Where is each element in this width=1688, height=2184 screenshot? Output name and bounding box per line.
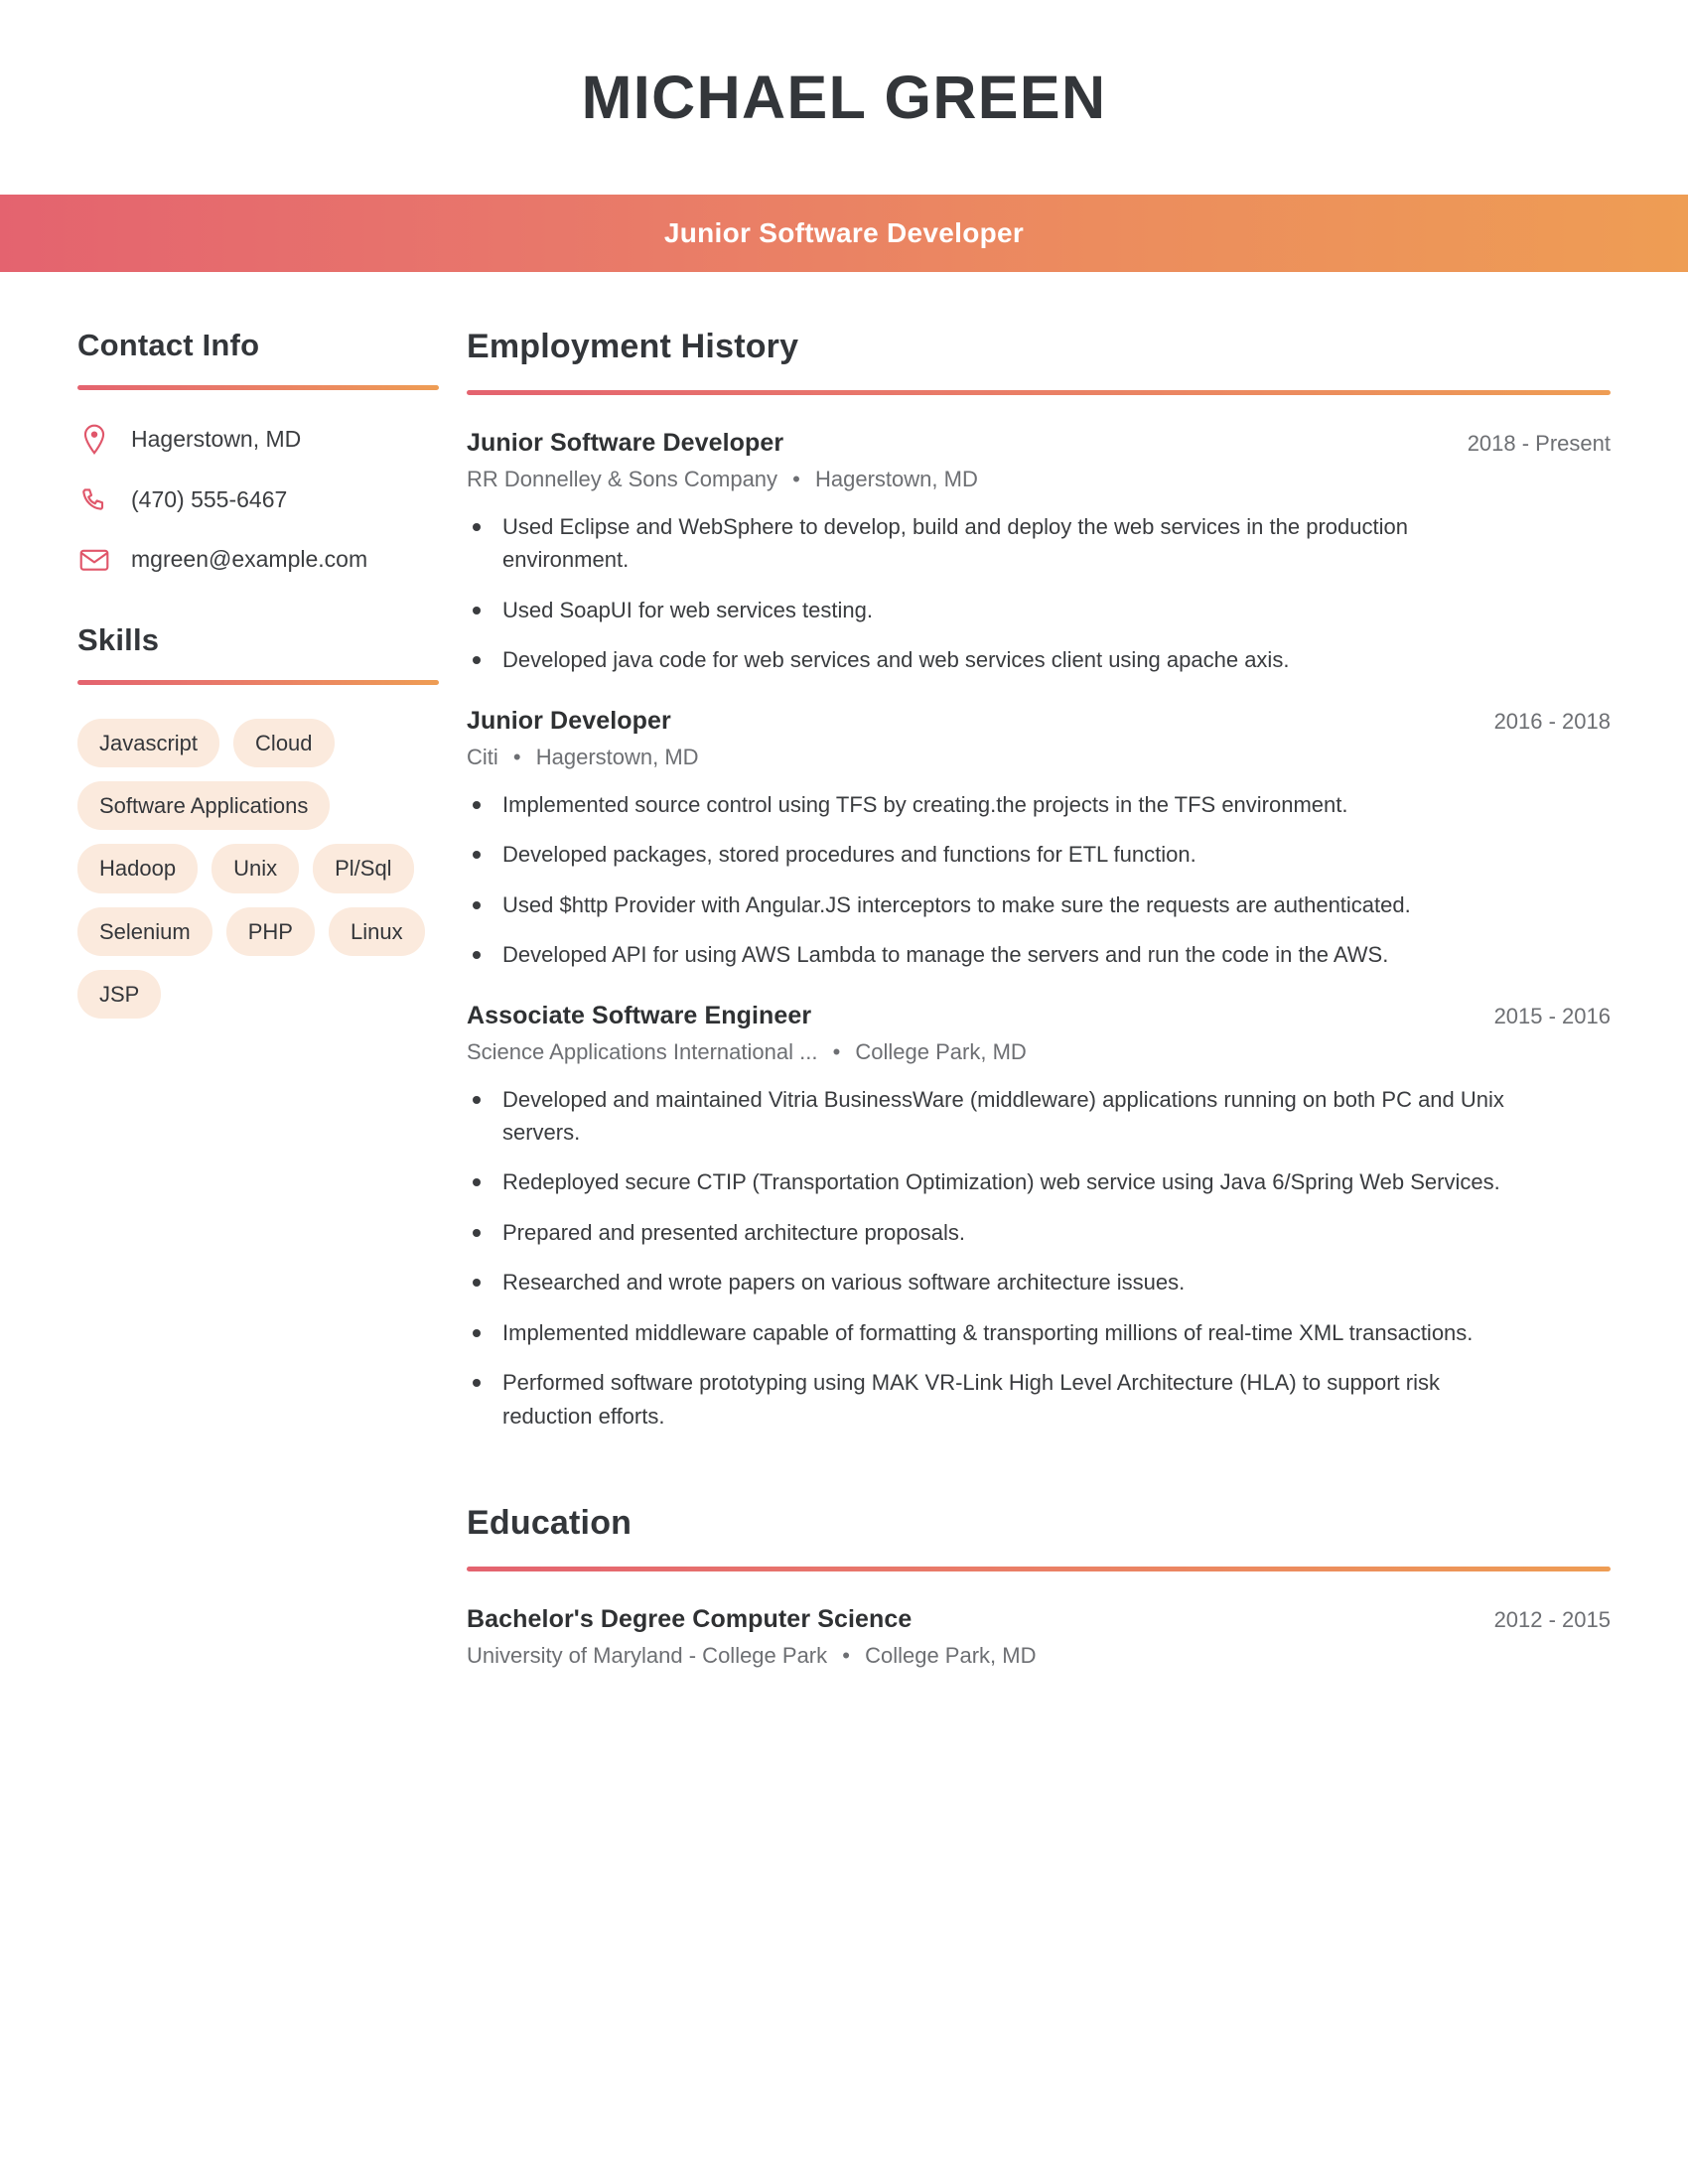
contact-item-email: mgreen@example.com	[77, 545, 439, 575]
skill-tag: JSP	[77, 969, 162, 1020]
separator-dot: •	[832, 1038, 841, 1064]
bullet-item: Redeployed secure CTIP (Transportation O…	[467, 1165, 1535, 1198]
employment-history-section: Employment History Junior Software Devel…	[467, 328, 1611, 1433]
skill-tag: Hadoop	[77, 844, 199, 893]
employment-company-location: RR Donnelley & Sons Company • Hagerstown…	[467, 467, 1611, 492]
page-title: MICHAEL GREEN	[581, 63, 1107, 131]
skills-divider	[77, 679, 439, 685]
employment-company: Citi	[467, 744, 498, 769]
bullet-item: Researched and wrote papers on various s…	[467, 1266, 1535, 1298]
bullet-item: Developed packages, stored procedures an…	[467, 838, 1535, 871]
map-pin-icon	[77, 424, 111, 456]
employment-history-heading: Employment History	[467, 328, 799, 365]
employment-history-divider	[467, 390, 1611, 395]
education-entry: Bachelor's Degree Computer Science 2012 …	[467, 1605, 1611, 1669]
contact-info-section: Contact Info Hagerstown, MD (470) 555-64…	[77, 328, 439, 575]
education-location: College Park, MD	[865, 1643, 1037, 1668]
employment-bullets: Developed and maintained Vitria Business…	[467, 1083, 1611, 1433]
employment-entry-head: Associate Software Engineer 2015 - 2016	[467, 1002, 1611, 1030]
bullet-item: Performed software prototyping using MAK…	[467, 1366, 1535, 1433]
bullet-item: Used $http Provider with Angular.JS inte…	[467, 888, 1535, 921]
employment-company: RR Donnelley & Sons Company	[467, 467, 778, 491]
bullet-item: Implemented source control using TFS by …	[467, 788, 1535, 821]
bullet-item: Used Eclipse and WebSphere to develop, b…	[467, 510, 1535, 577]
contact-item-phone: (470) 555-6467	[77, 485, 439, 515]
education-divider	[467, 1567, 1611, 1571]
contact-email-value: mgreen@example.com	[131, 545, 368, 572]
skill-tag: Javascript	[77, 718, 220, 768]
employment-role: Junior Software Developer	[467, 429, 784, 457]
skill-tag: Software Applications	[77, 781, 331, 831]
bullet-item: Used SoapUI for web services testing.	[467, 594, 1535, 626]
employment-company: Science Applications International ...	[467, 1038, 818, 1064]
contact-info-divider	[77, 385, 439, 390]
skill-tag: Unix	[211, 844, 300, 893]
skills-tag-list: Javascript Cloud Software Applications H…	[77, 718, 439, 1020]
bullet-item: Developed and maintained Vitria Business…	[467, 1083, 1535, 1150]
education-dates: 2012 - 2015	[1493, 1607, 1611, 1632]
resume-page: MICHAEL GREEN Junior Software Developer …	[0, 0, 1688, 2184]
contact-location-value: Hagerstown, MD	[131, 426, 302, 453]
bullet-item: Developed API for using AWS Lambda to ma…	[467, 938, 1535, 971]
education-heading: Education	[467, 1504, 633, 1542]
education-school: University of Maryland - College Park	[467, 1643, 828, 1668]
job-title-band: Junior Software Developer	[0, 195, 1688, 272]
employment-entry-head: Junior Software Developer 2018 - Present	[467, 429, 1611, 458]
job-title: Junior Software Developer	[663, 217, 1025, 248]
skills-section: Skills Javascript Cloud Software Applica…	[77, 621, 439, 1020]
education-degree: Bachelor's Degree Computer Science	[467, 1605, 913, 1633]
education-entry-head: Bachelor's Degree Computer Science 2012 …	[467, 1605, 1611, 1634]
employment-company-location: Science Applications International ... •…	[467, 1039, 1611, 1065]
contact-phone-value: (470) 555-6467	[131, 486, 288, 512]
employment-location: Hagerstown, MD	[815, 467, 978, 491]
envelope-icon	[77, 547, 111, 573]
employment-bullets: Implemented source control using TFS by …	[467, 788, 1611, 972]
employment-role: Associate Software Engineer	[467, 1001, 812, 1029]
education-school-location: University of Maryland - College Park • …	[467, 1643, 1611, 1669]
bullet-item: Developed java code for web services and…	[467, 643, 1535, 676]
bullet-item: Prepared and presented architecture prop…	[467, 1216, 1535, 1249]
employment-company-location: Citi • Hagerstown, MD	[467, 745, 1611, 770]
contact-item-location: Hagerstown, MD	[77, 424, 439, 456]
employment-dates: 2015 - 2016	[1493, 1003, 1611, 1028]
separator-dot: •	[512, 744, 521, 769]
separator-dot: •	[842, 1643, 850, 1668]
employment-role: Junior Developer	[467, 706, 671, 735]
skill-tag: Linux	[328, 906, 425, 956]
employment-bullets: Used Eclipse and WebSphere to develop, b…	[467, 510, 1611, 677]
skill-tag: PHP	[225, 906, 315, 956]
phone-icon	[77, 486, 111, 514]
employment-dates: 2016 - 2018	[1493, 708, 1611, 734]
employment-dates: 2018 - Present	[1467, 431, 1611, 456]
resume-body: Contact Info Hagerstown, MD (470) 555-64…	[0, 272, 1688, 1669]
employment-location: College Park, MD	[855, 1038, 1027, 1064]
bullet-item: Implemented middleware capable of format…	[467, 1316, 1535, 1349]
employment-entry: Associate Software Engineer 2015 - 2016 …	[467, 1002, 1611, 1433]
employment-entry: Junior Software Developer 2018 - Present…	[467, 429, 1611, 677]
employment-entry-head: Junior Developer 2016 - 2018	[467, 707, 1611, 736]
resume-header: MICHAEL GREEN	[0, 0, 1688, 195]
main-content: Employment History Junior Software Devel…	[467, 328, 1688, 1669]
separator-dot: •	[792, 467, 800, 491]
skill-tag: Selenium	[77, 906, 212, 956]
contact-info-heading: Contact Info	[77, 328, 260, 362]
employment-location: Hagerstown, MD	[535, 744, 699, 769]
skills-heading: Skills	[77, 621, 160, 657]
contact-list: Hagerstown, MD (470) 555-6467 mgreen@exa…	[77, 424, 439, 575]
employment-entry: Junior Developer 2016 - 2018 Citi • Hage…	[467, 707, 1611, 972]
skill-tag: Pl/Sql	[313, 844, 414, 893]
sidebar: Contact Info Hagerstown, MD (470) 555-64…	[0, 328, 467, 1020]
education-section: Education Bachelor's Degree Computer Sci…	[467, 1504, 1611, 1669]
skill-tag: Cloud	[233, 718, 335, 768]
